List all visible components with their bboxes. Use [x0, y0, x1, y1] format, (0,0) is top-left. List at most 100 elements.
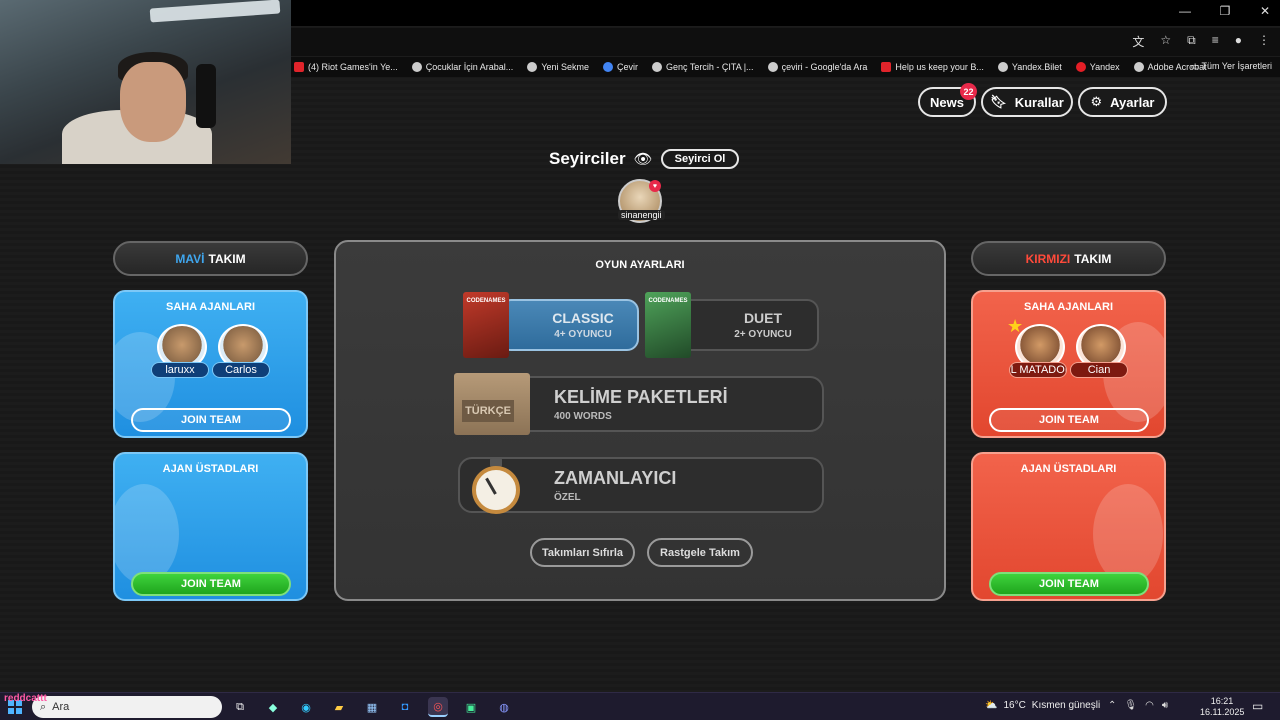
- minimize-button[interactable]: —: [1176, 4, 1194, 18]
- red-agents-join-button[interactable]: JOIN TEAM: [989, 408, 1149, 432]
- weather-widget[interactable]: ⛅ 16°C Kısmen güneşli: [985, 700, 1100, 711]
- star-icon[interactable]: ☆: [1160, 33, 1171, 50]
- stopwatch-icon: [470, 458, 522, 514]
- store-icon[interactable]: ▦: [362, 697, 382, 717]
- spectators-title: Seyirciler: [549, 149, 626, 168]
- close-button[interactable]: ✕: [1256, 4, 1274, 18]
- globe-icon: [527, 62, 538, 72]
- star-icon: ★: [1007, 316, 1024, 336]
- red-masters-join-button[interactable]: JOIN TEAM: [989, 572, 1149, 596]
- webcam-overlay: [0, 0, 291, 164]
- bookmark-item[interactable]: Yeni Sekme: [527, 62, 589, 72]
- news-button[interactable]: News 22: [918, 83, 977, 117]
- mic-icon[interactable]: 🎙︎: [1124, 700, 1137, 711]
- heart-icon: ♥: [649, 180, 661, 192]
- clock[interactable]: 16:21 16.11.2025: [1200, 696, 1244, 718]
- streamer-head: [120, 62, 186, 142]
- copilot-icon[interactable]: ◆: [263, 697, 283, 717]
- menu-icon[interactable]: ⋮: [1258, 33, 1270, 50]
- gmail-icon: [881, 62, 892, 72]
- codenames-duet-box: CODENAMES: [645, 292, 691, 358]
- player-name: EL MATADOR: [1009, 362, 1067, 378]
- blue-masters-join-button[interactable]: JOIN TEAM: [131, 572, 291, 596]
- bookmark-item[interactable]: Yandex: [1075, 62, 1120, 72]
- bookmark-item[interactable]: Çocuklar İçin Arabal...: [411, 62, 513, 72]
- blue-field-agents-title: SAHA AJANLARI: [165, 301, 256, 313]
- task-view-icon[interactable]: ⧉: [230, 697, 250, 717]
- ring-light: [149, 0, 281, 23]
- blue-agents-join-button[interactable]: JOIN TEAM: [131, 408, 291, 432]
- notification-icon[interactable]: ▭: [1252, 699, 1263, 713]
- spectator-name: sinanengii: [618, 210, 665, 220]
- player-name: laruxx: [151, 362, 209, 378]
- volume-icon[interactable]: 🔊︎: [1162, 700, 1168, 711]
- address-bar[interactable]: 文 ☆ ⧉ ≡ ● ⋮: [290, 28, 1280, 56]
- settings-button[interactable]: ⚙ Ayarlar: [1078, 87, 1167, 117]
- news-count-badge: 22: [960, 83, 977, 100]
- bookmark-item[interactable]: çeviri - Google'da Ara: [767, 62, 867, 72]
- player-name: Carlos: [212, 362, 270, 378]
- red-field-agents-card: SAHA AJANLARI EL MATADOR ★ Cian JOIN TEA…: [971, 290, 1166, 438]
- blue-team-header: MAVİ TAKIM: [113, 241, 308, 276]
- weather-icon: ⛅: [985, 700, 998, 711]
- red-field-agents-title: SAHA AJANLARI: [1023, 301, 1114, 313]
- bookmark-item[interactable]: Çevir: [603, 62, 638, 72]
- yandex-icon: [1075, 62, 1086, 72]
- globe-icon: [997, 62, 1008, 72]
- microphone: [196, 64, 216, 128]
- all-bookmarks-link[interactable]: ▭ Tüm Yer İşaretleri: [1191, 61, 1272, 72]
- player-name: Cian: [1070, 362, 1128, 378]
- profile-icon[interactable]: ●: [1235, 33, 1242, 50]
- card-illustration: [1093, 484, 1163, 584]
- game-settings-panel: OYUN AYARLARI CLASSIC 4+ OYUNCU CODENAME…: [334, 240, 946, 601]
- codenames-classic-box: CODENAMES: [463, 292, 509, 358]
- translate-icon[interactable]: 文: [1132, 33, 1144, 50]
- chrome-icon[interactable]: ◎: [428, 697, 448, 717]
- address-bar-icons: 文 ☆ ⧉ ≡ ● ⋮: [1132, 33, 1270, 50]
- random-teams-button[interactable]: Rastgele Takım: [647, 538, 753, 567]
- google-icon: [652, 62, 663, 72]
- classic-mode-button[interactable]: CLASSIC 4+ OYUNCU: [499, 299, 639, 351]
- file-explorer-icon[interactable]: ▰: [329, 697, 349, 717]
- red-spymasters-card: AJAN ÜSTADLARI JOIN TEAM: [971, 452, 1166, 601]
- translate-icon: [603, 62, 614, 72]
- chevron-up-icon[interactable]: ⌃: [1108, 700, 1116, 711]
- youtube-icon: [294, 62, 304, 72]
- blue-spymasters-card: AJAN ÜSTADLARI JOIN TEAM: [113, 452, 308, 601]
- bookmarks-bar: (4) Riot Games'in Ye... Çocuklar İçin Ar…: [290, 57, 1280, 77]
- red-team-header: KIRMIZI TAKIM: [971, 241, 1166, 276]
- app-icon[interactable]: ▣: [461, 697, 481, 717]
- duet-mode-button[interactable]: DUET 2+ OYUNCU: [679, 299, 819, 351]
- become-spectator-button[interactable]: Seyirci Ol: [660, 149, 740, 169]
- wifi-icon[interactable]: ◠: [1145, 700, 1154, 711]
- outlook-icon[interactable]: ◘: [395, 697, 415, 717]
- red-spymasters-title: AJAN ÜSTADLARI: [1020, 463, 1117, 475]
- taskbar-apps: ⧉ ◆ ◉ ▰ ▦ ◘ ◎ ▣ ◍: [230, 697, 514, 717]
- bookmark-item[interactable]: Yandex.Bilet: [997, 62, 1062, 72]
- rules-button[interactable]: 🔖︎ Kurallar: [981, 87, 1073, 117]
- bookmark-item[interactable]: Genç Tercih - ÇITA |...: [652, 62, 754, 72]
- restore-button[interactable]: ❐: [1216, 4, 1234, 18]
- extensions-icon[interactable]: ⧉: [1187, 33, 1196, 50]
- blue-field-agents-card: SAHA AJANLARI laruxx Carlos JOIN TEAM: [113, 290, 308, 438]
- screen: — ❐ ✕ 文 ☆ ⧉ ≡ ● ⋮ (4) Riot Games'in Ye..…: [0, 0, 1280, 720]
- google-icon: [411, 62, 422, 72]
- gear-icon: ⚙: [1090, 94, 1103, 109]
- game-settings-title: OYUN AYARLARI: [595, 259, 685, 271]
- bookmark-item[interactable]: (4) Riot Games'in Ye...: [294, 62, 398, 72]
- card-illustration: [115, 484, 179, 584]
- player-card: Cian: [1070, 324, 1128, 380]
- taskbar: ⌕ Ara ⧉ ◆ ◉ ▰ ▦ ◘ ◎ ▣ ◍ ⛅ 16°C Kısmen gü…: [0, 692, 1280, 720]
- edge-icon[interactable]: ◉: [296, 697, 316, 717]
- bookmark-item[interactable]: Help us keep your B...: [881, 62, 984, 72]
- discord-icon[interactable]: ◍: [494, 697, 514, 717]
- player-card: Carlos: [212, 324, 270, 380]
- bookmark-icon: 🔖︎: [990, 94, 1007, 109]
- taskbar-search[interactable]: ⌕ Ara: [32, 696, 222, 718]
- media-icon[interactable]: ≡: [1212, 33, 1219, 50]
- word-pack-language: TÜRKÇE: [462, 400, 514, 422]
- spectators-header: Seyirciler 👁︎ Seyirci Ol: [549, 149, 740, 169]
- reset-teams-button[interactable]: Takımları Sıfırla: [530, 538, 635, 567]
- window-controls: — ❐ ✕: [1176, 4, 1274, 18]
- blue-spymasters-title: AJAN ÜSTADLARI: [162, 463, 259, 475]
